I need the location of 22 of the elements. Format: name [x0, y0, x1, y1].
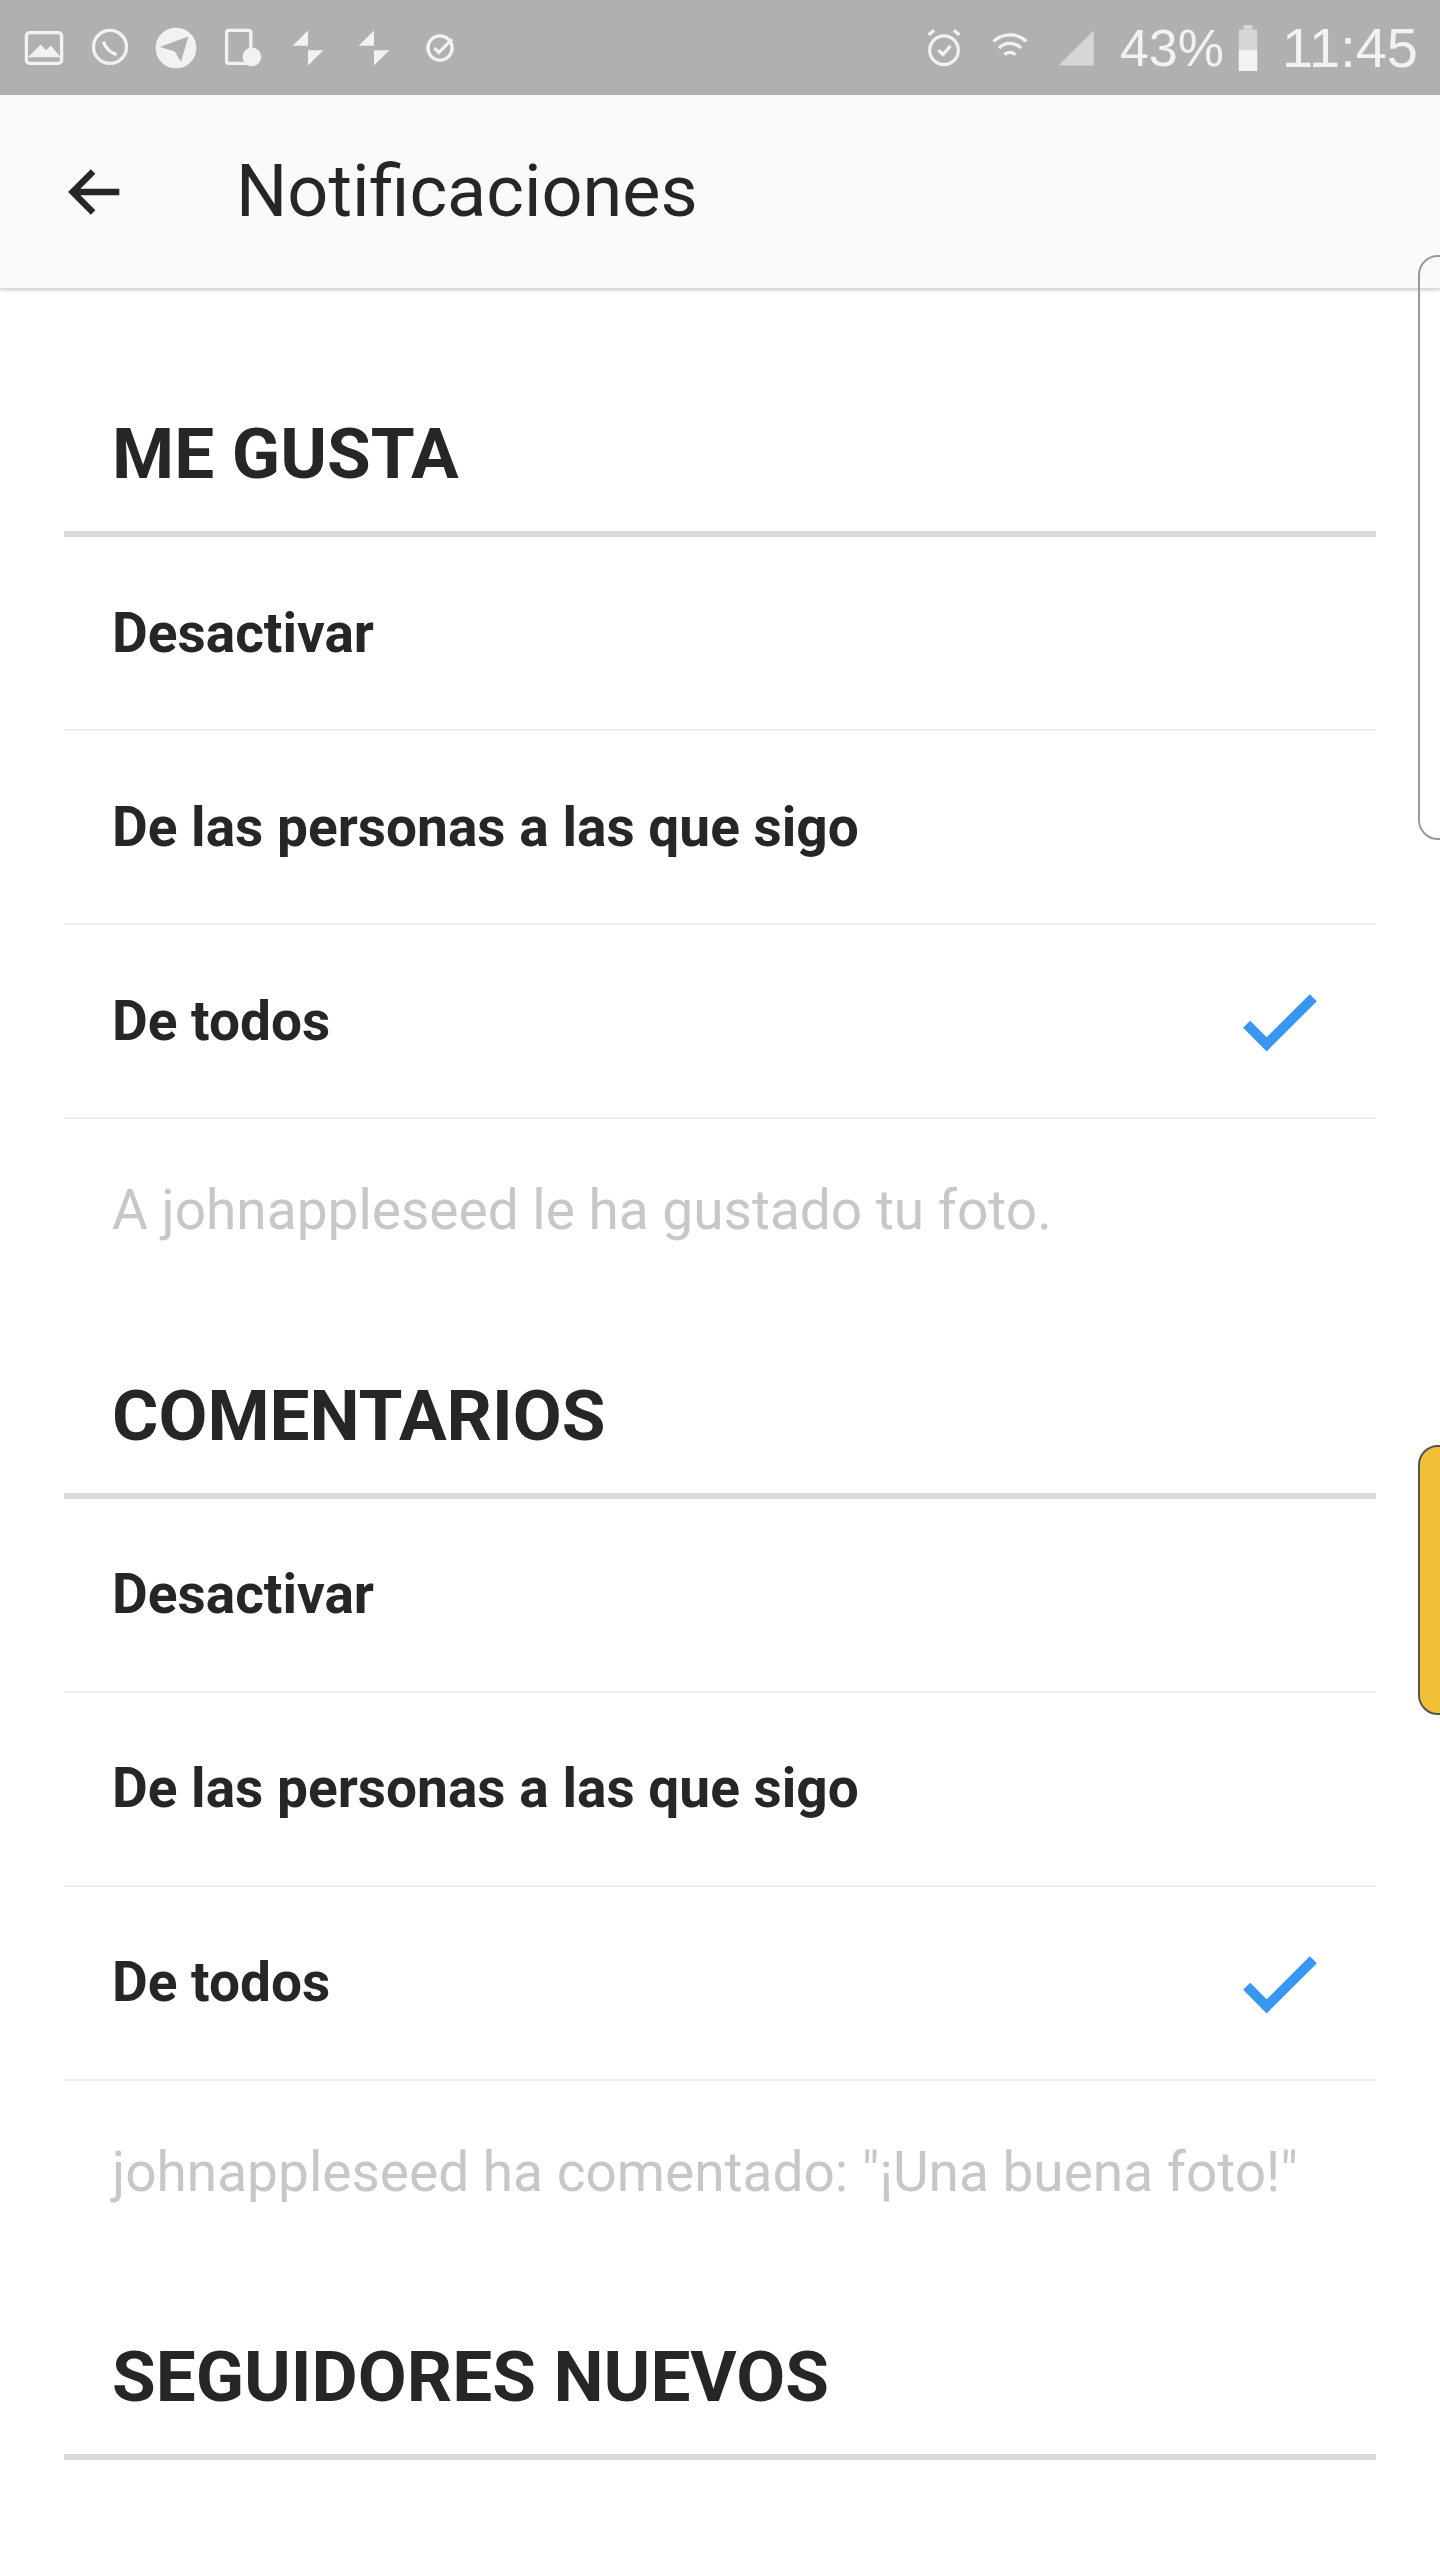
option-label: Desactivar: [112, 1561, 375, 1629]
option-label: De todos: [112, 1949, 332, 2017]
section-heading: ME GUSTA: [112, 412, 459, 495]
clock-time: 11:45: [1282, 14, 1418, 81]
option-row[interactable]: De las personas a las que sigo: [64, 1692, 1376, 1887]
option-row[interactable]: Desactivar: [64, 1498, 1376, 1693]
option-row[interactable]: De todos: [64, 925, 1376, 1119]
paper-plane-icon: [154, 25, 198, 70]
option-row[interactable]: Desactivar: [64, 537, 1376, 731]
preview-text: johnappleseed ha comentado: "¡Una buena foto!": [112, 2139, 1298, 2204]
preview-text: A johnappleseed le ha gustado tu foto.: [112, 1178, 1052, 1242]
section-heading: SEGUIDORES NUEVOS: [112, 2335, 829, 2418]
option-label: De las personas a las que sigo: [112, 793, 860, 861]
battery-percent: 43%: [1119, 17, 1224, 79]
option-label: De las personas a las que sigo: [112, 1755, 860, 1823]
option-row[interactable]: De las personas a las que sigo: [64, 731, 1376, 925]
section-heading: COMENTARIOS: [112, 1373, 606, 1457]
battery-icon: [1236, 24, 1260, 71]
screen-title: Notificaciones: [236, 147, 698, 236]
option-label: De todos: [112, 987, 332, 1055]
option-label: Desactivar: [112, 599, 375, 667]
option-row[interactable]: De todos: [64, 1886, 1376, 2081]
